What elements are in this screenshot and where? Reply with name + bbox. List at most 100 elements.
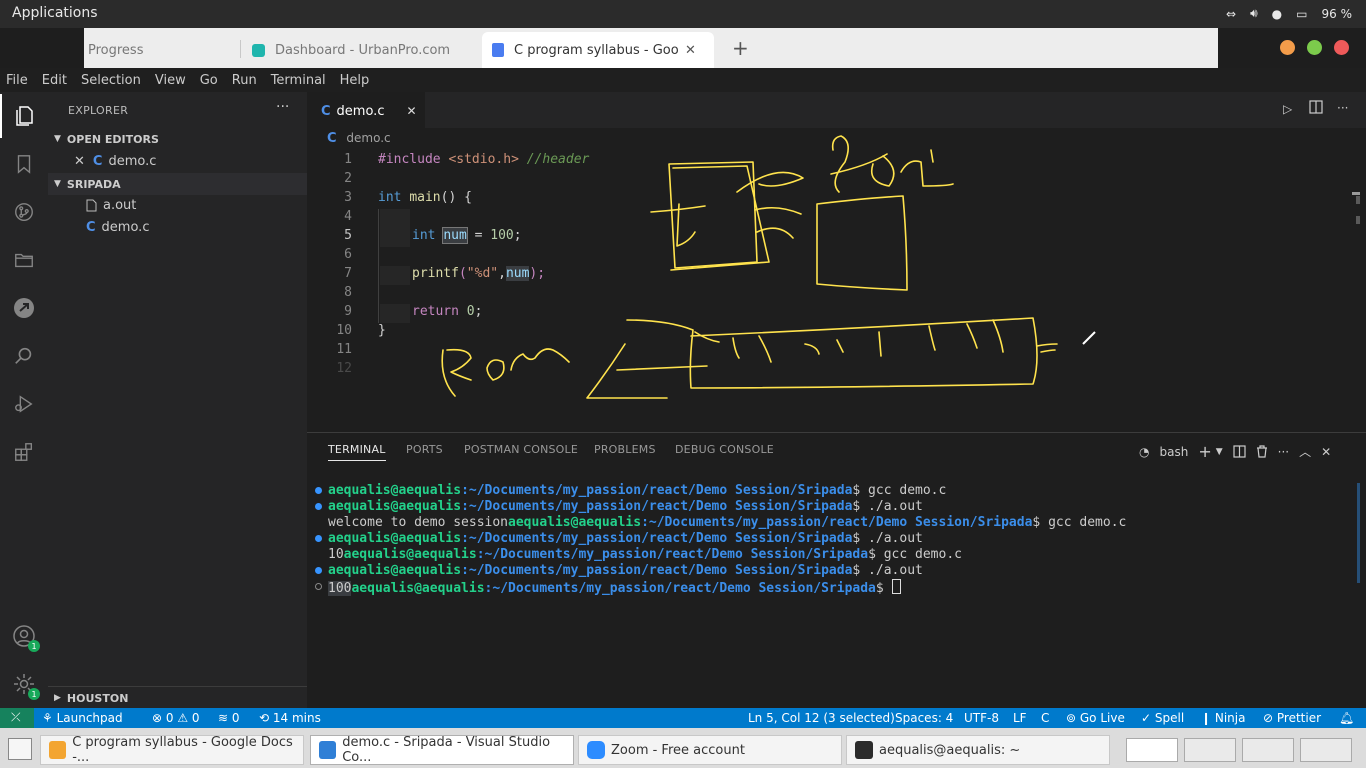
applications-menu[interactable]: Applications	[12, 5, 98, 21]
close-tab-icon[interactable]: ✕	[685, 43, 696, 58]
open-editor-item[interactable]: ✕ C demo.c	[48, 150, 307, 172]
antenna-icon: ≋	[218, 711, 232, 725]
menu-selection[interactable]: Selection	[74, 73, 148, 88]
spell-item[interactable]: ✓ Spell	[1141, 711, 1184, 725]
file-item-demo-c[interactable]: C demo.c	[48, 216, 307, 238]
menu-help[interactable]: Help	[333, 73, 377, 88]
remote-explorer-icon[interactable]	[0, 286, 48, 330]
notifications-bell-icon[interactable]: 🔔︎	[1339, 711, 1354, 725]
tab-ports[interactable]: PORTS	[406, 443, 443, 456]
browser-tab-syllabus[interactable]: C program syllabus - Googl ✕	[482, 32, 714, 68]
ninja-item[interactable]: ❙ Ninja	[1201, 711, 1245, 725]
close-window-button[interactable]	[1334, 40, 1349, 55]
open-editors-section[interactable]: ▼ OPEN EDITORS	[48, 128, 307, 150]
launchpad-item[interactable]: ⚘ Launchpad	[42, 711, 123, 725]
taskbar-terminal[interactable]: aequalis@aequalis: ~	[846, 735, 1110, 765]
c-file-icon: C	[92, 153, 103, 169]
maximize-button[interactable]	[1307, 40, 1322, 55]
encoding[interactable]: UTF-8	[964, 711, 999, 725]
search-icon[interactable]	[0, 334, 48, 378]
go-live-button[interactable]: ⊚ Go Live	[1066, 711, 1125, 725]
folder-icon[interactable]	[0, 238, 48, 282]
remote-icon: ⤫	[11, 710, 21, 724]
c-file-icon: C	[86, 219, 96, 235]
run-debug-icon[interactable]	[0, 382, 48, 426]
close-editor-icon[interactable]: ✕	[74, 154, 85, 169]
cursor-position[interactable]: Ln 5, Col 12 (3 selected)	[748, 711, 895, 725]
more-icon[interactable]: ···	[1278, 445, 1289, 459]
bookmarks-icon[interactable]	[0, 142, 48, 186]
terminal-line: aequalis@aequalis:~/Documents/my_passion…	[315, 499, 923, 515]
time-tracker[interactable]: ⟲ 14 mins	[259, 711, 321, 725]
explorer-icon[interactable]	[0, 94, 50, 138]
prettier-icon: ⊘	[1263, 711, 1277, 725]
menu-go[interactable]: Go	[193, 73, 225, 88]
terminal-scrollbar[interactable]	[1357, 483, 1360, 583]
browser-icon	[49, 741, 67, 759]
terminal-line[interactable]: 100aequalis@aequalis:~/Documents/my_pass…	[315, 579, 901, 596]
workspace-1[interactable]	[1126, 738, 1178, 762]
taskbar-google-docs[interactable]: C program syllabus - Google Docs -...	[40, 735, 304, 765]
menu-edit[interactable]: Edit	[35, 73, 74, 88]
trash-icon[interactable]	[1256, 445, 1268, 458]
microphone-icon[interactable]: ●	[1272, 7, 1282, 21]
menu-file[interactable]: File	[0, 73, 35, 88]
project-section[interactable]: ▼ SRIPADA	[48, 173, 307, 195]
terminal-line: aequalis@aequalis:~/Documents/my_passion…	[315, 563, 923, 579]
battery-icon[interactable]: ▭	[1296, 7, 1307, 21]
new-tab-button[interactable]: +	[732, 36, 749, 60]
error-icon: ⊗	[152, 711, 166, 725]
taskbar-zoom[interactable]: Zoom - Free account	[578, 735, 842, 765]
browser-tab-strip: Progress Dashboard - UrbanPro.com C prog…	[84, 28, 1218, 68]
remote-indicator[interactable]: ⤫	[0, 708, 34, 728]
tab-terminal[interactable]: TERMINAL	[328, 443, 386, 461]
terminal-line: welcome to demo sessionaequalis@aequalis…	[328, 515, 1127, 530]
editor-area: C demo.c ✕ ▷ ··· C demo.c 1 2 3 4 5 6 7 …	[307, 92, 1366, 432]
houston-section[interactable]: ▶ HOUSTON	[48, 686, 307, 709]
line-ending[interactable]: LF	[1013, 711, 1027, 725]
browser-tab-urbanpro[interactable]: Dashboard - UrbanPro.com	[252, 36, 450, 64]
workspace-4[interactable]	[1300, 738, 1352, 762]
volume-icon[interactable]: 🔊︎	[1250, 6, 1258, 21]
settings-gear-icon[interactable]: 1	[0, 662, 48, 706]
tab-problems[interactable]: PROBLEMS	[594, 443, 656, 456]
ninja-icon: ❙	[1201, 711, 1215, 725]
google-docs-icon	[492, 43, 504, 57]
problems-item[interactable]: ⊗ 0 ⚠ 0	[152, 711, 200, 725]
menu-run[interactable]: Run	[225, 73, 264, 88]
menu-terminal[interactable]: Terminal	[264, 73, 333, 88]
show-desktop-icon[interactable]	[8, 738, 32, 760]
tab-divider	[240, 40, 241, 58]
minimize-button[interactable]	[1280, 40, 1295, 55]
maximize-panel-icon[interactable]: ︿	[1299, 443, 1311, 460]
extensions-icon[interactable]	[0, 430, 48, 474]
split-terminal-icon[interactable]	[1233, 445, 1246, 458]
bottom-panel: TERMINAL PORTS POSTMAN CONSOLE PROBLEMS …	[307, 432, 1366, 709]
more-actions-icon[interactable]: ···	[276, 99, 289, 115]
chevron-down-icon[interactable]: ▼	[1216, 447, 1223, 457]
add-terminal-icon[interactable]: +	[1198, 442, 1211, 461]
tab-debug-console[interactable]: DEBUG CONSOLE	[675, 443, 774, 456]
menu-bar: File Edit Selection View Go Run Terminal…	[0, 68, 1366, 92]
network-icon[interactable]: ⇔	[1226, 7, 1236, 21]
language-mode[interactable]: C	[1041, 711, 1049, 725]
os-top-bar: Applications ⇔ 🔊︎ ● ▭ 96 %	[0, 0, 1366, 28]
system-tray: ⇔ 🔊︎ ● ▭ 96 %	[1226, 6, 1352, 21]
indentation[interactable]: Spaces: 4	[895, 711, 953, 725]
file-item-a-out[interactable]: a.out	[48, 194, 307, 216]
browser-tab-progress[interactable]: Progress	[88, 36, 143, 64]
taskbar-vscode[interactable]: demo.c - Sripada - Visual Studio Co...	[310, 735, 574, 765]
workspace-2[interactable]	[1184, 738, 1236, 762]
urbanpro-icon	[252, 43, 265, 57]
close-panel-icon[interactable]: ✕	[1321, 445, 1331, 459]
prettier-item[interactable]: ⊘ Prettier	[1263, 711, 1321, 725]
tab-postman-console[interactable]: POSTMAN CONSOLE	[464, 443, 578, 456]
terminal-shell-selector[interactable]: bash	[1159, 445, 1188, 459]
battery-level: 96 %	[1321, 6, 1353, 21]
source-control-icon[interactable]	[0, 190, 48, 234]
workspace-3[interactable]	[1242, 738, 1294, 762]
ports-item[interactable]: ≋ 0	[218, 711, 240, 725]
menu-view[interactable]: View	[148, 73, 193, 88]
status-bar: ⤫ ⚘ Launchpad ⊗ 0 ⚠ 0 ≋ 0 ⟲ 14 mins Ln 5…	[0, 708, 1366, 728]
accounts-icon[interactable]: 1	[0, 614, 48, 658]
